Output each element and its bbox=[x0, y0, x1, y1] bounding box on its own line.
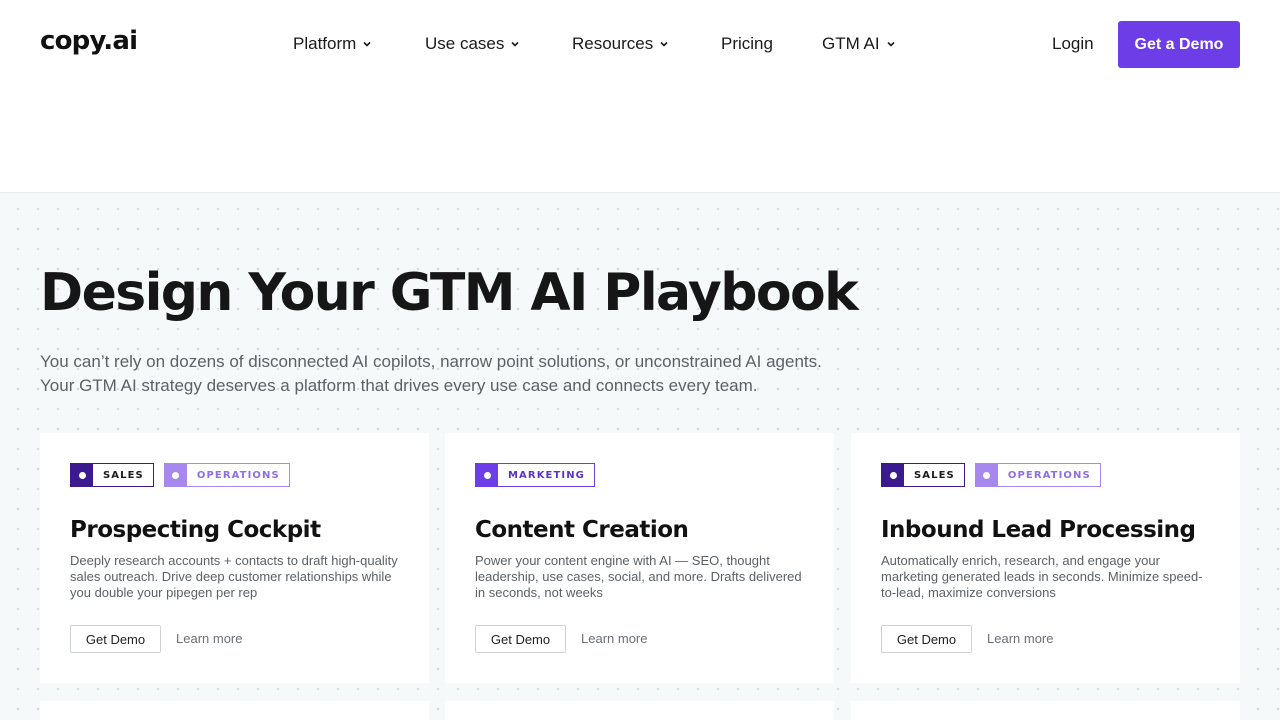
learn-more-link[interactable]: Learn more bbox=[581, 631, 647, 646]
get-demo-button[interactable]: Get Demo bbox=[475, 625, 566, 653]
tag-marketing: MARKETING bbox=[475, 463, 595, 487]
tag-sales: SALES bbox=[881, 463, 965, 487]
tag-label: OPERATIONS bbox=[196, 469, 280, 481]
nav-item-label: Pricing bbox=[721, 34, 773, 53]
card-description: Deeply research accounts + contacts to d… bbox=[70, 553, 398, 600]
use-case-card-next bbox=[445, 701, 834, 720]
site-header: copy.ai Platform Use cases Resources Pri… bbox=[0, 0, 1280, 88]
tag-list: SALES OPERATIONS bbox=[70, 463, 290, 487]
get-a-demo-button[interactable]: Get a Demo bbox=[1118, 21, 1240, 68]
card-description: Power your content engine with AI — SEO,… bbox=[475, 553, 802, 600]
tag-sales: SALES bbox=[70, 463, 154, 487]
nav-item-label: GTM AI bbox=[822, 34, 880, 53]
chevron-down-icon bbox=[511, 41, 519, 47]
use-case-card-inbound-lead: SALES OPERATIONS Inbound Lead Processing… bbox=[851, 433, 1240, 683]
tag-list: SALES OPERATIONS bbox=[881, 463, 1101, 487]
tag-label: SALES bbox=[914, 469, 955, 481]
nav-item-resources[interactable]: Resources bbox=[572, 34, 669, 54]
tag-operations: OPERATIONS bbox=[974, 463, 1101, 487]
nav-item-platform[interactable]: Platform bbox=[293, 34, 372, 54]
tag-label: OPERATIONS bbox=[1007, 469, 1091, 481]
logo[interactable]: copy.ai bbox=[40, 26, 138, 56]
card-title: Content Creation bbox=[475, 517, 689, 543]
use-case-card-content-creation: MARKETING Content Creation Power your co… bbox=[445, 433, 834, 683]
tag-label: MARKETING bbox=[508, 469, 585, 481]
nav-item-label: Platform bbox=[293, 34, 357, 53]
nav-item-gtm-ai[interactable]: GTM AI bbox=[822, 34, 896, 54]
nav-item-pricing[interactable]: Pricing bbox=[721, 34, 773, 54]
dot-icon bbox=[882, 464, 904, 486]
hero-subtitle-line: Your GTM AI strategy deserves a platform… bbox=[40, 376, 758, 395]
tag-operations: OPERATIONS bbox=[163, 463, 290, 487]
hero-section: Design Your GTM AI Playbook You can’t re… bbox=[0, 192, 1280, 720]
chevron-down-icon bbox=[887, 41, 895, 47]
nav-item-label: Resources bbox=[572, 34, 654, 53]
use-case-card-next bbox=[40, 701, 429, 720]
learn-more-link[interactable]: Learn more bbox=[987, 631, 1053, 646]
chevron-down-icon bbox=[660, 41, 668, 47]
dot-icon bbox=[975, 464, 998, 486]
use-case-card-next bbox=[851, 701, 1240, 720]
login-link[interactable]: Login bbox=[1052, 34, 1094, 54]
get-demo-button[interactable]: Get Demo bbox=[881, 625, 972, 653]
tag-label: SALES bbox=[103, 469, 144, 481]
dot-icon bbox=[71, 464, 93, 486]
dot-icon bbox=[164, 464, 187, 486]
get-demo-button[interactable]: Get Demo bbox=[70, 625, 161, 653]
hero-subtitle: You can’t rely on dozens of disconnected… bbox=[40, 350, 860, 398]
use-case-card-prospecting: SALES OPERATIONS Prospecting Cockpit Dee… bbox=[40, 433, 429, 683]
card-description: Automatically enrich, research, and enga… bbox=[881, 553, 1203, 600]
tag-list: MARKETING bbox=[475, 463, 595, 487]
card-title: Inbound Lead Processing bbox=[881, 517, 1196, 543]
page-title: Design Your GTM AI Playbook bbox=[40, 263, 859, 323]
nav-item-label: Use cases bbox=[425, 34, 505, 53]
nav-item-use-cases[interactable]: Use cases bbox=[425, 34, 520, 54]
hero-subtitle-line: You can’t rely on dozens of disconnected… bbox=[40, 352, 822, 371]
chevron-down-icon bbox=[363, 41, 371, 47]
card-title: Prospecting Cockpit bbox=[70, 517, 321, 543]
dot-icon bbox=[476, 464, 498, 486]
learn-more-link[interactable]: Learn more bbox=[176, 631, 242, 646]
